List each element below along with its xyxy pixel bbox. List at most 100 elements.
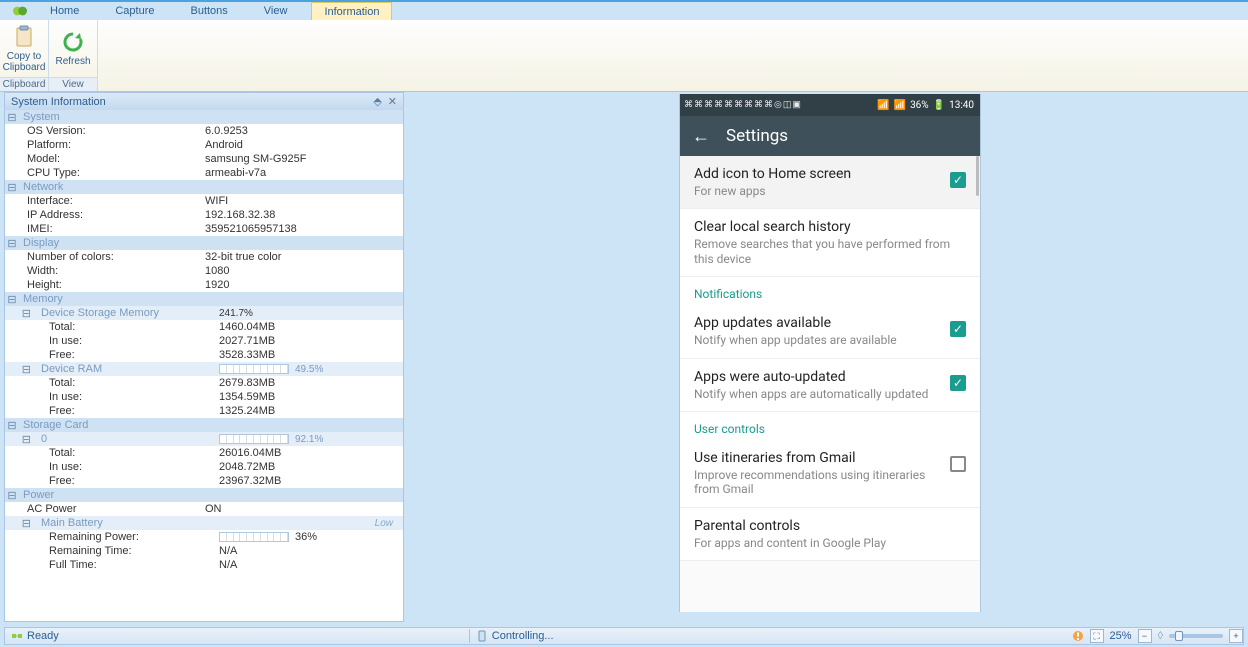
- section-network: Network: [19, 181, 205, 193]
- label-cpu-type: CPU Type:: [19, 167, 205, 179]
- expand-icon[interactable]: ⊟: [5, 111, 19, 124]
- device-title: Settings: [726, 126, 788, 146]
- setting-auto-updated[interactable]: Apps were auto-updatedNotify when apps a…: [680, 359, 980, 412]
- expand-icon[interactable]: ⊟: [5, 433, 33, 446]
- tab-home[interactable]: Home: [38, 2, 91, 20]
- label-remaining-power: Remaining Power:: [33, 531, 219, 543]
- value-interface: WIFI: [205, 195, 403, 207]
- device-settings-list[interactable]: Add icon to Home screenFor new apps ✓ Cl…: [680, 156, 980, 612]
- section-storage-card: Storage Card: [19, 419, 205, 431]
- value-model: samsung SM-G925F: [205, 153, 403, 165]
- label-platform: Platform:: [19, 139, 205, 151]
- section-memory: Memory: [19, 293, 205, 305]
- section-power: Power: [19, 489, 205, 501]
- zoom-out-button[interactable]: −: [1138, 629, 1152, 643]
- zoom-slider[interactable]: [1169, 634, 1223, 638]
- value-ip-address: 192.168.32.38: [205, 209, 403, 221]
- value-dsm-total: 1460.04MB: [219, 321, 403, 333]
- expand-icon[interactable]: ⊟: [5, 293, 19, 306]
- value-dsm-pct: 241.7%: [219, 308, 403, 319]
- label-dsm-free: Free:: [33, 349, 219, 361]
- refresh-button-label: Refresh: [55, 56, 90, 67]
- section-system: System: [19, 111, 205, 123]
- device-screen: ⌘⌘⌘⌘⌘⌘⌘⌘⌘◎◫▣ 📶 📶 36% 🔋 13:40 ← Settings …: [680, 94, 980, 612]
- fit-screen-button[interactable]: ⛶: [1090, 629, 1104, 643]
- tab-view[interactable]: View: [252, 2, 300, 20]
- checkbox-icon[interactable]: ✓: [950, 172, 966, 188]
- signal-icon: 📶: [894, 100, 906, 111]
- section-display: Display: [19, 237, 205, 249]
- section-main-battery: Main Battery: [33, 517, 219, 529]
- copy-to-clipboard-button[interactable]: Copy to Clipboard: [0, 20, 48, 77]
- device-scrollbar[interactable]: [976, 156, 979, 196]
- panel-pin-icon[interactable]: ⬘: [373, 95, 381, 108]
- battery-icon: 🔋: [933, 100, 945, 111]
- label-os-version: OS Version:: [19, 125, 205, 137]
- value-remaining-power: 36%: [219, 531, 403, 543]
- back-arrow-icon[interactable]: ←: [692, 126, 710, 147]
- status-bar: Ready Controlling... ⛶ 25% − ◊ +: [4, 627, 1244, 645]
- ribbon-group-view: Refresh View: [49, 20, 98, 91]
- label-card-total: Total:: [33, 447, 219, 459]
- section-user-controls: User controls: [680, 412, 980, 440]
- setting-parental-controls[interactable]: Parental controlsFor apps and content in…: [680, 508, 980, 561]
- warning-icon[interactable]: [1072, 630, 1084, 642]
- setting-add-icon-home[interactable]: Add icon to Home screenFor new apps ✓: [680, 156, 980, 209]
- label-card-free: Free:: [33, 475, 219, 487]
- tab-buttons[interactable]: Buttons: [178, 2, 239, 20]
- label-full-time: Full Time:: [33, 559, 219, 571]
- expand-icon[interactable]: ⊟: [5, 237, 19, 250]
- checkbox-icon[interactable]: [950, 456, 966, 472]
- value-remaining-time: N/A: [219, 545, 403, 557]
- setting-subtitle: Notify when apps are automatically updat…: [694, 387, 940, 401]
- label-ram-inuse: In use:: [33, 391, 219, 403]
- value-imei: 359521065957138: [205, 223, 403, 235]
- label-model: Model:: [19, 153, 205, 165]
- checkbox-icon[interactable]: ✓: [950, 375, 966, 391]
- section-card-0: 0: [33, 433, 219, 445]
- tab-information[interactable]: Information: [311, 2, 392, 20]
- expand-icon[interactable]: ⊟: [5, 489, 19, 502]
- value-dsm-inuse: 2027.71MB: [219, 335, 403, 347]
- label-dsm-total: Total:: [33, 321, 219, 333]
- value-os-version: 6.0.9253: [205, 125, 403, 137]
- wifi-icon: 📶: [877, 100, 889, 111]
- panel-close-icon[interactable]: ✕: [388, 95, 397, 108]
- device-app-bar: ← Settings: [680, 116, 980, 156]
- value-card-total: 26016.04MB: [219, 447, 403, 459]
- value-cpu-type: armeabi-v7a: [205, 167, 403, 179]
- panel-title-bar: System Information ⬘ ✕: [5, 93, 403, 110]
- value-full-time: N/A: [219, 559, 403, 571]
- expand-icon[interactable]: ⊟: [5, 419, 19, 432]
- expand-icon[interactable]: ⊟: [5, 307, 33, 320]
- label-card-inuse: In use:: [33, 461, 219, 473]
- zoom-in-button[interactable]: +: [1229, 629, 1243, 643]
- value-dsm-free: 3528.33MB: [219, 349, 403, 361]
- value-ram-free: 1325.24MB: [219, 405, 403, 417]
- refresh-button[interactable]: Refresh: [49, 20, 97, 77]
- label-remaining-time: Remaining Time:: [33, 545, 219, 557]
- expand-icon[interactable]: ⊟: [5, 517, 33, 530]
- value-ram-progress: 49.5%: [219, 364, 403, 375]
- copy-button-label: Copy to Clipboard: [3, 51, 46, 73]
- device-status-bar: ⌘⌘⌘⌘⌘⌘⌘⌘⌘◎◫▣ 📶 📶 36% 🔋 13:40: [680, 94, 980, 116]
- expand-icon[interactable]: ⊟: [5, 363, 33, 376]
- checkbox-icon[interactable]: ✓: [950, 321, 966, 337]
- setting-gmail-itineraries[interactable]: Use itineraries from GmailImprove recomm…: [680, 440, 980, 508]
- label-ip-address: IP Address:: [19, 209, 205, 221]
- status-battery: 36%: [910, 100, 929, 111]
- section-device-storage-memory: Device Storage Memory: [33, 307, 219, 319]
- setting-clear-history[interactable]: Clear local search historyRemove searche…: [680, 209, 980, 277]
- setting-app-updates[interactable]: App updates availableNotify when app upd…: [680, 305, 980, 358]
- section-device-ram: Device RAM: [33, 363, 219, 375]
- value-num-colors: 32-bit true color: [205, 251, 403, 263]
- value-card-free: 23967.32MB: [219, 475, 403, 487]
- value-width: 1080: [205, 265, 403, 277]
- tab-capture[interactable]: Capture: [103, 2, 166, 20]
- label-imei: IMEI:: [19, 223, 205, 235]
- clipboard-icon: [12, 25, 36, 49]
- label-dsm-inuse: In use:: [33, 335, 219, 347]
- system-information-panel: System Information ⬘ ✕ ⊟System OS Versio…: [4, 92, 404, 622]
- app-icon[interactable]: [8, 3, 32, 19]
- expand-icon[interactable]: ⊟: [5, 181, 19, 194]
